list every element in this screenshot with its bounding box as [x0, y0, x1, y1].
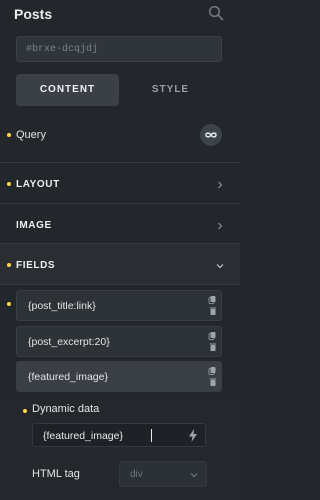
trash-icon: [209, 343, 217, 351]
changed-indicator-dot: [7, 182, 11, 186]
infinity-icon: [205, 132, 217, 138]
dynamic-data-value: {featured_image}: [43, 430, 123, 442]
html-tag-select[interactable]: div: [119, 461, 207, 487]
field-item-value: {post_title:link}: [28, 300, 96, 312]
panel-header: Posts: [0, 0, 240, 32]
chevron-down-icon: [190, 473, 198, 478]
changed-indicator-dot: [23, 409, 27, 413]
copy-icon: [208, 367, 216, 375]
element-id-field[interactable]: #brxe-dcqjdj: [16, 36, 222, 62]
field-item-expanded[interactable]: {featured_image}: [16, 361, 222, 392]
copy-icon: [208, 332, 216, 340]
bolt-icon[interactable]: [188, 429, 198, 442]
trash-icon: [209, 307, 217, 315]
html-tag-label: HTML tag: [32, 468, 80, 480]
divider: [0, 162, 240, 163]
field-item-value: {post_excerpt:20}: [28, 336, 110, 348]
divider: [0, 203, 240, 204]
dynamic-data-label: Dynamic data: [32, 403, 100, 415]
section-layout-label[interactable]: LAYOUT: [16, 179, 60, 190]
field-item[interactable]: {post_excerpt:20}: [16, 326, 222, 357]
panel-tabs: CONTENT STYLE: [16, 74, 222, 106]
field-item-value: {featured_image}: [28, 371, 108, 383]
query-label: Query: [16, 129, 46, 141]
dynamic-data-input[interactable]: {featured_image}: [32, 423, 206, 447]
changed-indicator-dot: [7, 302, 11, 306]
changed-indicator-dot: [7, 263, 11, 267]
field-item-actions[interactable]: [208, 330, 218, 354]
trash-icon: [209, 378, 217, 386]
chevron-right-icon[interactable]: [216, 181, 224, 189]
tab-content[interactable]: CONTENT: [16, 74, 119, 106]
text-caret: [151, 429, 152, 442]
html-tag-placeholder: div: [130, 469, 143, 480]
field-item-actions[interactable]: [208, 294, 218, 318]
divider: [0, 284, 240, 285]
tab-style[interactable]: STYLE: [119, 74, 222, 106]
changed-indicator-dot: [7, 133, 11, 137]
field-item[interactable]: {post_title:link}: [16, 290, 222, 321]
copy-icon: [208, 296, 216, 304]
section-fields-label[interactable]: FIELDS: [16, 260, 55, 271]
chevron-down-icon[interactable]: [216, 262, 224, 270]
field-item-actions[interactable]: [208, 365, 218, 389]
section-image-label[interactable]: IMAGE: [16, 220, 52, 231]
search-icon[interactable]: [208, 5, 224, 21]
chevron-right-icon[interactable]: [216, 222, 224, 230]
query-loop-button[interactable]: [200, 124, 222, 146]
panel-title: Posts: [14, 6, 53, 22]
